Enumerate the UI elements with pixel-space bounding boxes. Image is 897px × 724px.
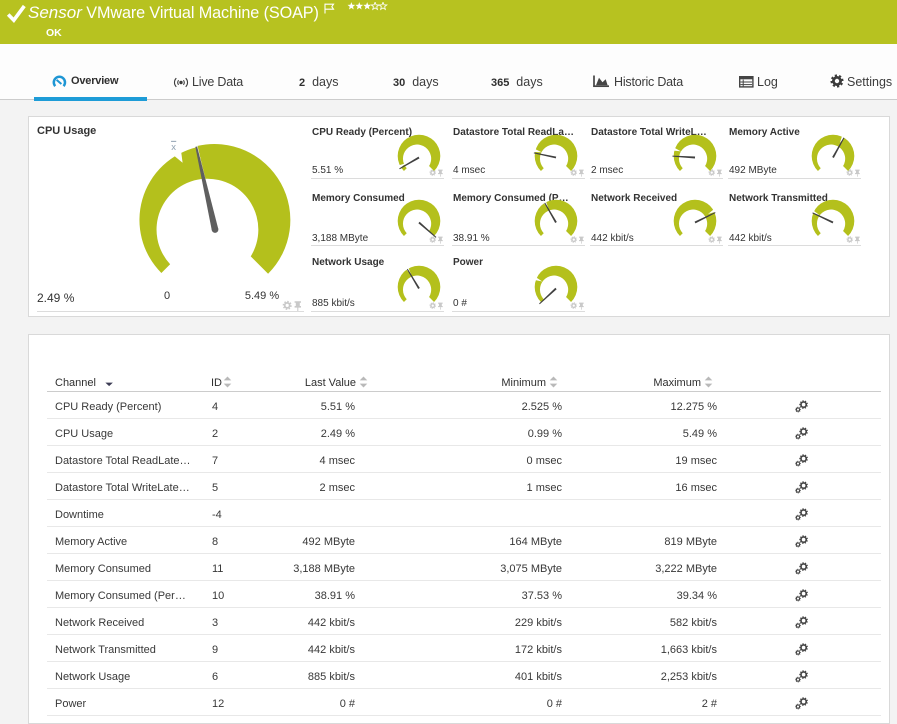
svg-text:x: x <box>171 142 176 153</box>
